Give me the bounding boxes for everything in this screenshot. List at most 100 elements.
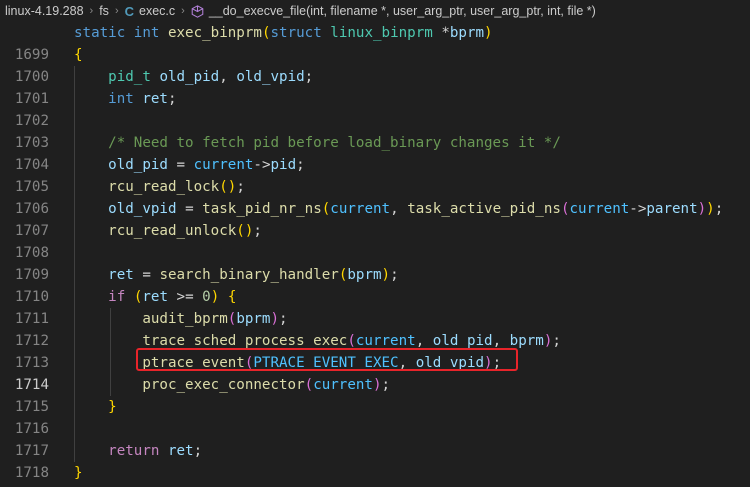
code-line: 1702 int ret; xyxy=(0,88,750,129)
function-call: proc_exec_connector xyxy=(142,377,305,393)
line-content: trace_sched_process_exec(current, old_pi… xyxy=(142,333,561,349)
code-line: 1700 { xyxy=(0,44,750,85)
code-line: 1705 old_pid = current->pid; xyxy=(0,154,750,195)
c-file-icon: C xyxy=(124,3,134,19)
breadcrumb-file[interactable]: exec.c xyxy=(139,4,175,18)
variable: old_vpid xyxy=(236,69,305,85)
brace: { xyxy=(74,47,83,63)
code-line: 1709 xyxy=(0,242,750,283)
function-call: ptrace_event xyxy=(142,355,245,371)
variable: ret xyxy=(142,91,168,107)
operator: = xyxy=(176,157,186,173)
macro: current xyxy=(193,157,254,173)
breadcrumb: linux-4.19.288 › fs › C exec.c › __do_ex… xyxy=(0,0,750,22)
code-line-highlighted: 1714 ptrace_event(PTRACE_EVENT_EXEC, old… xyxy=(0,352,750,393)
code-line: 1718 return ret; xyxy=(0,440,750,481)
code-line: 1719 } xyxy=(0,462,750,484)
line-content: rcu_read_unlock(); xyxy=(108,223,262,239)
function-call: rcu_read_lock xyxy=(108,179,220,195)
variable: ret xyxy=(167,443,194,459)
code-line: 1704 /* Need to fetch pid before load_bi… xyxy=(0,132,750,173)
type-name: linux_binprm xyxy=(330,25,433,41)
macro: current xyxy=(569,201,630,217)
variable: old_pid xyxy=(108,157,168,173)
line-content: if (ret >= 0) { xyxy=(108,289,237,305)
code-line: 1710 ret = search_binary_handler(bprm); xyxy=(0,264,750,305)
field: pid xyxy=(270,157,297,173)
line-content: ptrace_event(PTRACE_EVENT_EXEC, old_vpid… xyxy=(142,355,502,371)
breadcrumb-folder[interactable]: linux-4.19.288 xyxy=(5,4,84,18)
macro: current xyxy=(355,333,416,349)
line-content: /* Need to fetch pid before load_binary … xyxy=(74,132,561,154)
line-content: old_vpid = task_pid_nr_ns(current, task_… xyxy=(108,201,724,217)
line-content: proc_exec_connector(current); xyxy=(142,377,391,393)
keyword: static xyxy=(74,25,126,41)
argument: old_pid xyxy=(432,333,493,349)
line-content: audit_bprm(bprm); xyxy=(142,311,288,327)
variable: old_vpid xyxy=(108,201,177,217)
code-line: 1706 rcu_read_lock(); xyxy=(0,176,750,217)
brace: } xyxy=(108,399,117,415)
keyword: int xyxy=(133,25,160,41)
line-content: rcu_read_lock(); xyxy=(108,179,245,195)
macro: current xyxy=(330,201,391,217)
keyword: int xyxy=(108,91,134,107)
line-content: { xyxy=(74,44,83,66)
chevron-right-icon: › xyxy=(89,5,94,17)
line-content: old_pid = current->pid; xyxy=(108,157,305,173)
argument: bprm xyxy=(347,267,382,283)
parameter: bprm xyxy=(449,25,485,41)
keyword: if xyxy=(108,289,126,305)
chevron-right-icon: › xyxy=(181,5,185,17)
argument: bprm xyxy=(236,311,271,327)
cube-function-icon xyxy=(191,4,204,18)
code-line: 1712 audit_bprm(bprm); xyxy=(0,308,750,349)
variable: ret xyxy=(108,267,134,283)
function-call: task_pid_nr_ns xyxy=(202,201,322,217)
code-editor[interactable]: 1699 static int exec_binprm(struct linux… xyxy=(0,22,750,487)
line-content: ret = search_binary_handler(bprm); xyxy=(108,267,399,283)
code-line: 1703 xyxy=(0,110,750,151)
code-line: 1708 rcu_read_unlock(); xyxy=(0,220,750,261)
function-call: audit_bprm xyxy=(142,311,228,327)
function-call: trace_sched_process_exec xyxy=(142,333,348,349)
chevron-right-icon: › xyxy=(114,5,119,17)
argument: bprm xyxy=(509,333,544,349)
variable: ret xyxy=(142,289,168,305)
operator: = xyxy=(142,267,151,283)
comment: /* Need to fetch pid before load_binary … xyxy=(108,135,561,151)
macro: PTRACE_EVENT_EXEC xyxy=(253,355,399,371)
argument: old_vpid xyxy=(415,355,485,371)
variable: old_pid xyxy=(159,69,220,85)
line-content: } xyxy=(74,396,117,418)
code-line: 1713 trace_sched_process_exec(current, o… xyxy=(0,330,750,371)
function-call: rcu_read_unlock xyxy=(108,223,237,239)
code-line: 1716 } xyxy=(0,396,750,437)
keyword: struct xyxy=(270,25,322,41)
type-name: pid_t xyxy=(108,69,151,85)
line-content: return ret; xyxy=(108,443,203,459)
macro: current xyxy=(313,377,373,393)
line-content: pid_t old_pid, old_vpid; xyxy=(108,69,314,85)
operator: -> xyxy=(629,201,647,217)
brace: } xyxy=(74,465,83,481)
breadcrumb-function[interactable]: __do_execve_file(int, filename *, user_a… xyxy=(209,4,596,18)
operator: >= xyxy=(176,289,194,305)
field: parent xyxy=(646,201,698,217)
number-literal: 0 xyxy=(202,289,211,305)
keyword: return xyxy=(108,443,160,459)
function-call: task_active_pid_ns xyxy=(407,201,561,217)
line-content: } xyxy=(74,462,83,484)
function-call: search_binary_handler xyxy=(159,267,339,283)
code-line: 1701 pid_t old_pid, old_vpid; xyxy=(0,66,750,107)
code-line: 1707 old_vpid = task_pid_nr_ns(current, … xyxy=(0,198,750,239)
code-line: 1699 static int exec_binprm(struct linux… xyxy=(0,22,750,63)
function-name: exec_binprm xyxy=(167,25,262,41)
code-line: 1711 if (ret >= 0) { xyxy=(0,286,750,327)
breadcrumb-subfolder[interactable]: fs xyxy=(99,4,109,18)
operator: -> xyxy=(253,157,271,173)
operator: * xyxy=(441,25,450,41)
code-line: 1717 xyxy=(0,418,750,459)
line-content: static int exec_binprm(struct linux_binp… xyxy=(74,25,493,41)
code-line: 1715 proc_exec_connector(current); xyxy=(0,374,750,415)
